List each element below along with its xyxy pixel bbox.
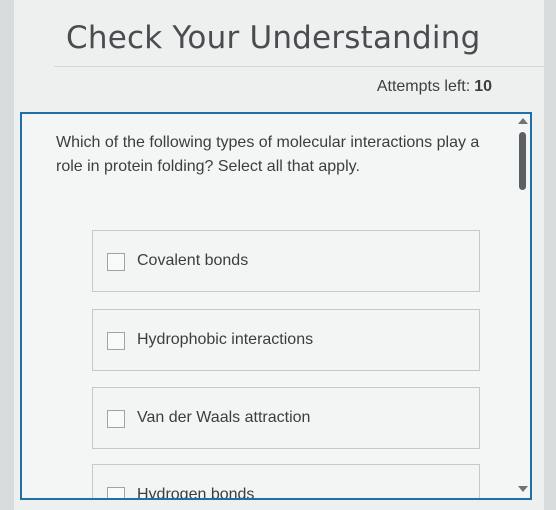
answer-option[interactable]: Van der Waals attraction bbox=[92, 387, 480, 449]
option-label: Hydrophobic interactions bbox=[137, 331, 314, 348]
attempts-count: 10 bbox=[474, 78, 492, 95]
checkbox[interactable] bbox=[107, 332, 125, 350]
attempts-indicator: Attempts left: 10 bbox=[377, 78, 492, 96]
answer-option[interactable]: Hydrogen bonds bbox=[92, 464, 480, 500]
answer-option[interactable]: Hydrophobic interactions bbox=[92, 309, 480, 371]
scroll-up-arrow-icon[interactable] bbox=[518, 118, 528, 124]
vertical-scrollbar[interactable] bbox=[516, 114, 530, 498]
checkbox[interactable] bbox=[107, 410, 125, 428]
page-title: Check Your Understanding bbox=[66, 20, 481, 56]
attempts-label: Attempts left: bbox=[376, 78, 471, 95]
checkbox[interactable] bbox=[107, 487, 125, 498]
answer-option[interactable]: Covalent bonds bbox=[92, 230, 480, 292]
option-label: Hydrogen bonds bbox=[137, 486, 255, 500]
scroll-down-arrow-icon[interactable] bbox=[518, 486, 528, 492]
option-label: Van der Waals attraction bbox=[137, 409, 311, 426]
scroll-thumb[interactable] bbox=[519, 132, 526, 190]
question-text: Which of the following types of molecula… bbox=[56, 134, 480, 175]
title-divider bbox=[54, 66, 544, 67]
checkbox[interactable] bbox=[107, 253, 125, 271]
option-label: Covalent bonds bbox=[137, 252, 249, 269]
question-panel: Which of the following types of molecula… bbox=[20, 112, 532, 500]
